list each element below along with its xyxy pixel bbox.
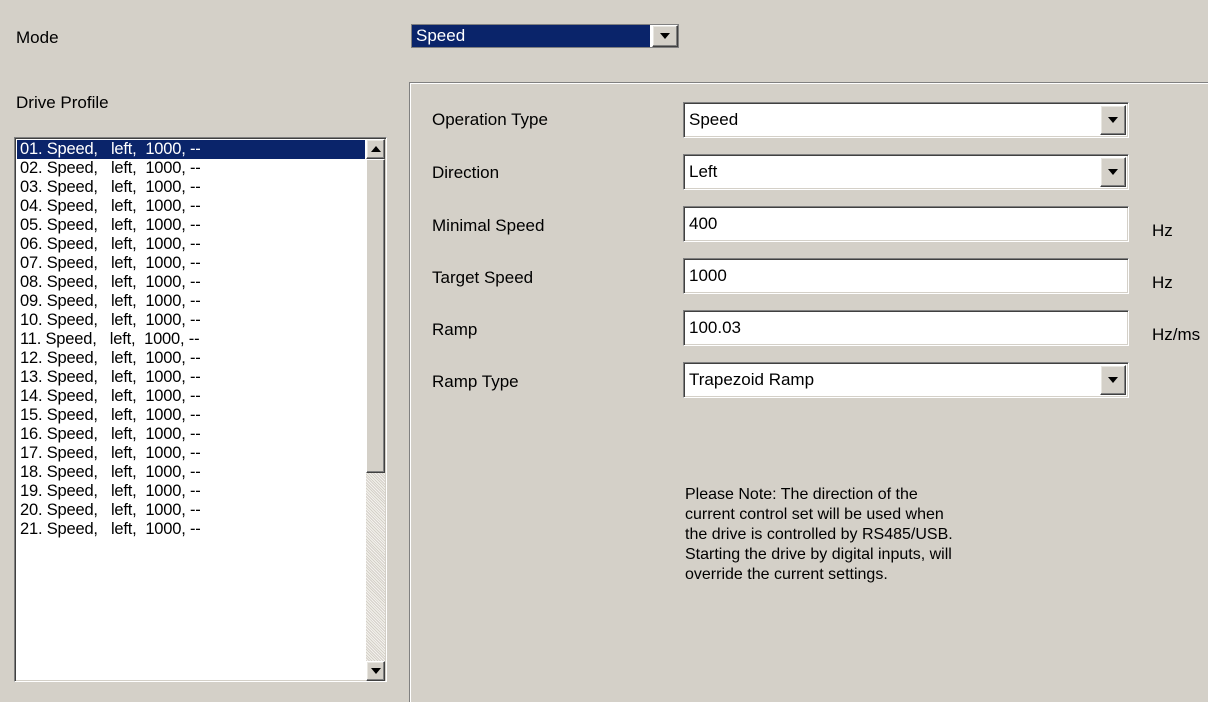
mode-select[interactable]: Speed [411,24,679,48]
list-item[interactable]: 13. Speed, left, 1000, -- [17,368,365,387]
ramp-unit: Hz/ms [1152,325,1201,344]
mode-label: Mode [16,28,59,47]
direction-label: Direction [432,163,500,182]
note-line: Please Note: The direction of the [685,486,918,503]
list-item[interactable]: 18. Speed, left, 1000, -- [17,463,365,482]
list-item[interactable]: 08. Speed, left, 1000, -- [17,273,365,292]
ramp-input[interactable]: 100.03 [683,310,1129,346]
direction-dropdown-button[interactable] [1100,157,1126,187]
list-item[interactable]: 11. Speed, left, 1000, -- [17,330,365,349]
direction-value: Left [689,162,718,181]
target-speed-value: 1000 [689,266,727,285]
mode-dropdown-button[interactable] [652,25,678,47]
drive-profile-items: 01. Speed, left, 1000, -- 02. Speed, left… [17,140,365,539]
minimal-speed-value: 400 [689,214,718,233]
note-text: Please Note: The direction of the curren… [685,485,1045,585]
list-item[interactable]: 01. Speed, left, 1000, -- [17,140,365,159]
list-item[interactable]: 19. Speed, left, 1000, -- [17,482,365,501]
ramp-label: Ramp [432,320,478,339]
target-speed-unit: Hz [1152,273,1173,292]
list-item[interactable]: 16. Speed, left, 1000, -- [17,425,365,444]
list-item[interactable]: 03. Speed, left, 1000, -- [17,178,365,197]
list-item[interactable]: 20. Speed, left, 1000, -- [17,501,365,520]
list-item[interactable]: 07. Speed, left, 1000, -- [17,254,365,273]
note-line: override the current settings. [685,566,888,583]
direction-select[interactable]: Left [683,154,1129,190]
target-speed-label: Target Speed [432,268,534,287]
list-item[interactable]: 04. Speed, left, 1000, -- [17,197,365,216]
target-speed-input[interactable]: 1000 [683,258,1129,294]
ramp-type-label: Ramp Type [432,372,519,391]
ramp-type-value: Trapezoid Ramp [689,370,815,389]
mode-select-value: Speed [412,25,650,47]
drive-profile-list[interactable]: 01. Speed, left, 1000, -- 02. Speed, left… [14,137,387,682]
chevron-down-icon [1108,117,1118,123]
scroll-down-button[interactable] [366,661,385,681]
operation-type-select[interactable]: Speed [683,102,1129,138]
ramp-value: 100.03 [689,318,741,337]
list-item[interactable]: 09. Speed, left, 1000, -- [17,292,365,311]
operation-type-value: Speed [689,110,739,129]
note-line: Starting the drive by digital inputs, wi… [685,546,952,563]
operation-type-label: Operation Type [432,110,548,129]
chevron-down-icon [1108,377,1118,383]
list-item[interactable]: 12. Speed, left, 1000, -- [17,349,365,368]
chevron-down-icon [370,668,381,674]
note-line: current control set will be used when [685,506,944,523]
list-item[interactable]: 06. Speed, left, 1000, -- [17,235,365,254]
list-item[interactable]: 05. Speed, left, 1000, -- [17,216,365,235]
chevron-down-icon [660,33,670,39]
chevron-up-icon [370,146,381,152]
ramp-type-select[interactable]: Trapezoid Ramp [683,362,1129,398]
scroll-thumb[interactable] [366,159,385,473]
list-item[interactable]: 17. Speed, left, 1000, -- [17,444,365,463]
list-item[interactable]: 10. Speed, left, 1000, -- [17,311,365,330]
scroll-up-button[interactable] [366,139,385,159]
ramp-type-dropdown-button[interactable] [1100,365,1126,395]
list-item[interactable]: 02. Speed, left, 1000, -- [17,159,365,178]
list-item[interactable]: 15. Speed, left, 1000, -- [17,406,365,425]
list-item[interactable]: 21. Speed, left, 1000, -- [17,520,365,539]
operation-type-dropdown-button[interactable] [1100,105,1126,135]
minimal-speed-unit: Hz [1152,221,1173,240]
list-scrollbar[interactable] [366,139,385,681]
minimal-speed-input[interactable]: 400 [683,206,1129,242]
chevron-down-icon [1108,169,1118,175]
list-item[interactable]: 14. Speed, left, 1000, -- [17,387,365,406]
minimal-speed-label: Minimal Speed [432,216,545,235]
drive-profile-label: Drive Profile [16,93,109,112]
note-line: the drive is controlled by RS485/USB. [685,526,953,543]
